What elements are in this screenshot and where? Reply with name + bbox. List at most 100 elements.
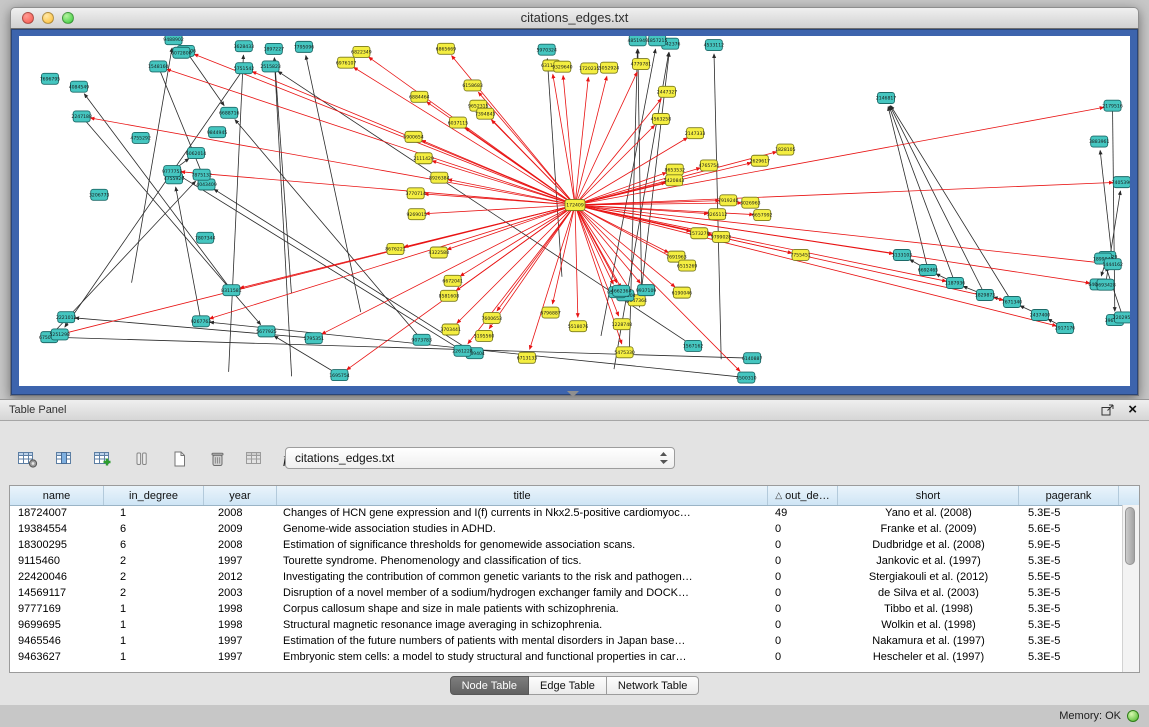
scrollbar-thumb[interactable] [1125, 507, 1135, 565]
table-row[interactable]: 911546021997Tourette syndrome. Phenomeno… [10, 553, 1139, 569]
cell-year: 2008 [204, 505, 277, 521]
graph-node-label: 5195560 [474, 334, 495, 340]
show-columns-icon[interactable] [52, 446, 79, 473]
graph-node-label: 1829873 [975, 293, 996, 299]
cell-short: Yano et al. (2008) [838, 505, 1019, 521]
delete-table-icon[interactable] [204, 446, 231, 473]
cell-in_degree: 1 [104, 505, 204, 521]
graph-node-label: 5900654 [403, 135, 424, 141]
table-row[interactable]: 1830029562008Estimation of significance … [10, 537, 1139, 553]
graph-node-label: 6692465 [918, 268, 939, 274]
table-panel-header: Table Panel × [0, 399, 1149, 421]
graph-node-label: 6865669 [436, 46, 457, 52]
graph-node-label: 5751542 [234, 66, 255, 72]
graph-edge [888, 107, 928, 270]
tab-node-table[interactable]: Node Table [450, 676, 529, 695]
cell-title: Tourette syndrome. Phenomenology and cla… [277, 553, 768, 569]
graph-node-label: 9844945 [207, 130, 228, 136]
cell-name: 9465546 [10, 633, 104, 649]
cell-title: Embryonic stem cells: a model to study s… [277, 649, 768, 665]
new-table-icon[interactable] [166, 446, 193, 473]
graph-node-label: 1857215 [647, 38, 668, 44]
minimize-window-button[interactable] [42, 12, 54, 24]
delete-columns-icon[interactable] [128, 446, 155, 473]
cell-name: 18724007 [10, 505, 104, 521]
graph-node-label: 8653532 [665, 167, 686, 173]
column-header-name[interactable]: name [10, 486, 104, 505]
table-row[interactable]: 1872400712008Changes of HCN gene express… [10, 505, 1139, 521]
new-table-glyph [169, 450, 190, 468]
column-header-label: name [43, 490, 71, 502]
table-row[interactable]: 946554611997Estimation of the future num… [10, 633, 1139, 649]
float-window-icon [1101, 404, 1115, 417]
cell-out_degree: 0 [768, 585, 838, 601]
graph-node-label: 1567162 [683, 344, 704, 350]
float-panel-icon[interactable] [1101, 404, 1115, 422]
table-row[interactable]: 1456911722003Disruption of a novel membe… [10, 585, 1139, 601]
column-header-out_degree[interactable]: △out_de… [768, 486, 838, 505]
tab-edge-table[interactable]: Edge Table [529, 676, 607, 695]
cell-title: Disruption of a novel member of a sodium… [277, 585, 768, 601]
graph-node-label: 2629617 [750, 158, 771, 164]
zoom-window-button[interactable] [62, 12, 74, 24]
graph-node-label: 2202956 [1113, 315, 1130, 321]
add-column-icon[interactable] [90, 446, 117, 473]
memory-ok-indicator [1127, 710, 1139, 722]
add-column-glyph [93, 450, 114, 468]
splitter-grip[interactable] [567, 391, 579, 397]
graph-node-label: 2111429 [413, 156, 434, 162]
table-selector-dropdown[interactable]: citations_edges.txt [285, 447, 675, 469]
column-header-label: year [229, 490, 250, 502]
combo-arrows-icon [659, 451, 668, 465]
close-panel-icon[interactable]: × [1128, 401, 1137, 418]
graph-node-label: 3883961 [1089, 139, 1110, 145]
cell-short: Hescheler et al. (1997) [838, 649, 1019, 665]
cell-year: 1997 [204, 553, 277, 569]
graph-edge [322, 205, 575, 334]
graph-node-label: 3265112 [707, 212, 728, 218]
graph-node-label: 6037115 [448, 120, 469, 126]
graph-edge [1106, 191, 1121, 285]
window-titlebar[interactable]: citations_edges.txt [10, 7, 1139, 29]
graph-node-label: 8676221 [385, 247, 406, 253]
graph-node-label: 6822349 [351, 50, 372, 56]
table-mode-icon[interactable] [14, 446, 41, 473]
column-header-title[interactable]: title [277, 486, 768, 505]
column-header-pagerank[interactable]: pagerank [1019, 486, 1119, 505]
graph-node-label: 7696795 [40, 76, 61, 82]
cell-short: Nakamura et al. (1997) [838, 633, 1019, 649]
cell-title: Estimation of the future numbers of pati… [277, 633, 768, 649]
graph-node-label: 6515269 [677, 263, 698, 269]
graph-node-label: 3628433 [234, 44, 255, 50]
table-row[interactable]: 2242004622012Investigating the contribut… [10, 569, 1139, 585]
graph-node-label: 1573279 [689, 231, 710, 237]
graph-node-label: 7919240 [718, 198, 739, 204]
column-header-year[interactable]: year [204, 486, 277, 505]
table-row[interactable]: 1938455462009Genome-wide association stu… [10, 521, 1139, 537]
cell-pagerank: 5.3E-5 [1019, 601, 1119, 617]
cell-short: Tibbo et al. (1998) [838, 601, 1019, 617]
cell-in_degree: 2 [104, 585, 204, 601]
graph-node-label: 5970324 [536, 47, 557, 53]
table-row[interactable]: 977716911998Corpus callosum shape and si… [10, 601, 1139, 617]
import-table-icon[interactable] [242, 446, 269, 473]
cell-short: Franke et al. (2009) [838, 521, 1019, 537]
column-header-in_degree[interactable]: in_degree [104, 486, 204, 505]
cell-in_degree: 2 [104, 553, 204, 569]
graph-node-label: 7600653 [481, 316, 502, 322]
graph-node-label: 4533112 [704, 43, 725, 49]
graph-edge [547, 59, 562, 277]
column-header-short[interactable]: short [838, 486, 1019, 505]
table-vertical-scrollbar[interactable] [1122, 505, 1139, 672]
tab-network-table[interactable]: Network Table [607, 676, 700, 695]
close-window-button[interactable] [22, 12, 34, 24]
network-graph-canvas[interactable]: 1724096311418172023550529244779781244732… [19, 36, 1130, 386]
graph-node-label: 7807344 [195, 235, 216, 241]
graph-node-label: 6072800 [171, 50, 192, 56]
graph-node-label: 1897227 [264, 47, 285, 53]
table-row[interactable]: 969969511998Structural magnetic resonanc… [10, 617, 1139, 633]
table-row[interactable]: 946362711997Embryonic stem cells: a mode… [10, 649, 1139, 665]
cell-name: 9463627 [10, 649, 104, 665]
graph-node-label: 7795096 [294, 45, 315, 51]
cell-in_degree: 1 [104, 633, 204, 649]
